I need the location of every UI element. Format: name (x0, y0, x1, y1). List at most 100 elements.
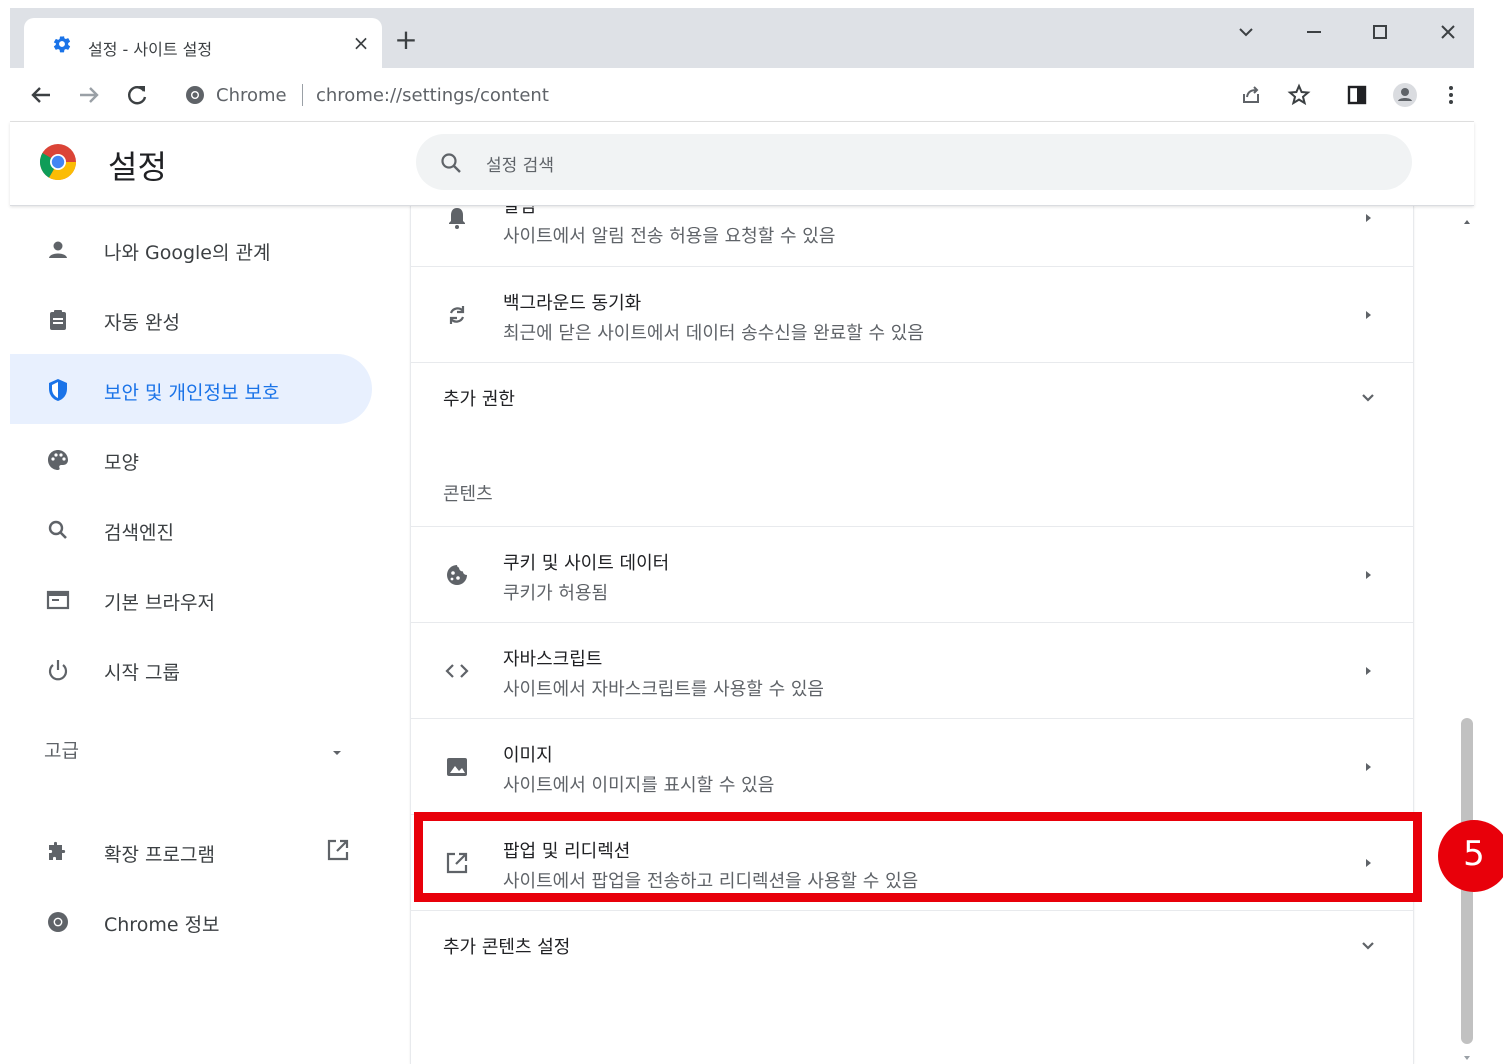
sidebar-item-label: 기본 브라우저 (104, 592, 215, 614)
additional-permissions-expander[interactable]: 추가 권한 (411, 362, 1413, 432)
step-number-badge: 5 (1438, 820, 1503, 892)
sidebar-advanced-toggle[interactable]: 고급 (44, 736, 79, 763)
arrow-right-icon (1361, 567, 1375, 583)
row-subtitle: 쿠키가 허용됨 (503, 583, 609, 604)
setting-row-notifications[interactable]: 알림 사이트에서 알림 전송 허용을 요청할 수 있음 (411, 206, 1413, 266)
site-chip-label: Chrome (216, 85, 287, 106)
arrow-right-icon (1361, 759, 1375, 775)
arrow-right-icon (1361, 210, 1375, 226)
sidebar-item-search-engine[interactable]: 검색엔진 (10, 494, 372, 564)
url-path: settings/content (402, 85, 549, 106)
highlight-box-popups (414, 812, 1422, 902)
back-arrow-icon[interactable] (26, 80, 56, 110)
image-icon (443, 753, 471, 781)
row-title: 쿠키 및 사이트 데이터 (503, 553, 670, 574)
row-title: 알림 (503, 206, 537, 217)
arrow-right-icon (1361, 307, 1375, 323)
chrome-logo-gray-icon (44, 908, 72, 936)
additional-content-settings-expander[interactable]: 추가 콘텐츠 설정 (411, 910, 1413, 980)
sidebar-item-label: Chrome 정보 (104, 914, 220, 936)
power-icon (44, 656, 72, 684)
shield-icon (44, 376, 72, 404)
puzzle-icon (44, 838, 72, 866)
sidebar-item-label: 확장 프로그램 (104, 844, 215, 866)
palette-icon (44, 446, 72, 474)
address-separator (302, 84, 303, 106)
scroll-down-arrow-icon[interactable] (1462, 1048, 1472, 1060)
site-settings-content: 알림 사이트에서 알림 전송 허용을 요청할 수 있음 백그라운드 동기화 최근… (410, 206, 1414, 1064)
sidebar-item-security-privacy[interactable]: 보안 및 개인정보 보호 (10, 354, 372, 424)
profile-avatar-icon[interactable] (1390, 80, 1420, 110)
bookmark-star-icon[interactable] (1284, 80, 1314, 110)
close-window-icon[interactable] (1434, 18, 1462, 46)
minimize-icon[interactable] (1300, 18, 1328, 46)
row-title: 이미지 (503, 745, 553, 766)
bell-icon (443, 206, 471, 232)
reload-icon[interactable] (122, 80, 152, 110)
setting-row-cookies[interactable]: 쿠키 및 사이트 데이터 쿠키가 허용됨 (411, 526, 1413, 622)
chrome-logo-icon (38, 142, 78, 182)
section-title-content: 콘텐츠 (443, 484, 493, 505)
browser-toolbar: Chrome chrome://settings/content (10, 68, 1474, 122)
chevron-down-icon[interactable] (1357, 387, 1379, 409)
setting-row-background-sync[interactable]: 백그라운드 동기화 최근에 닫은 사이트에서 데이터 송수신을 완료할 수 있음 (411, 266, 1413, 362)
search-icon (44, 516, 72, 544)
browser-window-icon (44, 586, 72, 614)
row-subtitle: 사이트에서 이미지를 표시할 수 있음 (503, 775, 775, 796)
person-icon (44, 236, 72, 264)
side-panel-icon[interactable] (1342, 80, 1372, 110)
tab-close-icon[interactable]: × (350, 32, 372, 54)
page-scrollbar[interactable] (1458, 206, 1476, 1064)
browser-titlebar: 설정 - 사이트 설정 × + (10, 8, 1474, 68)
sidebar-item-you-and-google[interactable]: 나와 Google의 관계 (10, 214, 372, 284)
new-tab-icon[interactable]: + (394, 26, 418, 54)
chevron-down-icon[interactable] (1357, 935, 1379, 957)
maximize-icon[interactable] (1366, 18, 1394, 46)
row-title: 백그라운드 동기화 (503, 293, 642, 314)
browser-tab-settings[interactable]: 설정 - 사이트 설정 × (24, 18, 382, 68)
page-title: 설정 (108, 148, 167, 186)
tab-search-chevron-icon[interactable] (1232, 18, 1260, 46)
sidebar-item-autofill[interactable]: 자동 완성 (10, 284, 372, 354)
sidebar-item-label: 자동 완성 (104, 312, 180, 334)
sidebar-item-label: 모양 (104, 452, 139, 474)
arrow-right-icon (1361, 663, 1375, 679)
settings-gear-icon (52, 34, 72, 54)
share-icon[interactable] (1236, 80, 1266, 110)
address-bar[interactable]: Chrome chrome://settings/content (178, 76, 1268, 114)
row-title: 자바스크립트 (503, 649, 603, 670)
sidebar-item-label: 나와 Google의 관계 (104, 242, 271, 264)
url-text[interactable]: chrome://settings/content (316, 85, 549, 106)
row-subtitle: 사이트에서 알림 전송 허용을 요청할 수 있음 (503, 226, 836, 247)
step-number: 5 (1463, 834, 1485, 874)
chrome-site-icon[interactable] (184, 84, 206, 106)
code-icon (443, 657, 471, 685)
expander-label: 추가 권한 (443, 389, 515, 410)
row-subtitle: 최근에 닫은 사이트에서 데이터 송수신을 완료할 수 있음 (503, 323, 924, 344)
scroll-up-arrow-icon[interactable] (1462, 212, 1472, 224)
sidebar-item-about-chrome[interactable]: Chrome 정보 (10, 886, 372, 956)
setting-row-images[interactable]: 이미지 사이트에서 이미지를 표시할 수 있음 (411, 718, 1413, 814)
sidebar-item-label: 보안 및 개인정보 보호 (104, 382, 280, 404)
caret-down-icon[interactable] (328, 744, 346, 762)
cookie-icon (443, 561, 471, 589)
open-in-new-icon[interactable] (324, 836, 352, 864)
setting-row-javascript[interactable]: 자바스크립트 사이트에서 자바스크립트를 사용할 수 있음 (411, 622, 1413, 718)
settings-sidebar: 나와 Google의 관계 자동 완성 보안 및 개인정보 보호 모양 검색엔진… (10, 206, 410, 1064)
search-placeholder: 설정 검색 (486, 156, 554, 176)
row-subtitle: 사이트에서 자바스크립트를 사용할 수 있음 (503, 679, 824, 700)
tab-title: 설정 - 사이트 설정 (88, 40, 213, 59)
search-icon (438, 150, 464, 176)
url-scheme: chrome:// (316, 85, 403, 106)
settings-header: 설정 설정 검색 (10, 122, 1474, 206)
sidebar-item-appearance[interactable]: 모양 (10, 424, 372, 494)
clipboard-icon (44, 306, 72, 334)
forward-arrow-icon[interactable] (74, 80, 104, 110)
expander-label: 추가 콘텐츠 설정 (443, 937, 571, 958)
sidebar-item-default-browser[interactable]: 기본 브라우저 (10, 564, 372, 634)
settings-search-input[interactable]: 설정 검색 (416, 134, 1412, 190)
more-menu-icon[interactable] (1436, 80, 1466, 110)
sidebar-item-extensions[interactable]: 확장 프로그램 (10, 816, 372, 886)
sync-icon (443, 301, 471, 329)
sidebar-item-on-startup[interactable]: 시작 그룹 (10, 634, 372, 704)
